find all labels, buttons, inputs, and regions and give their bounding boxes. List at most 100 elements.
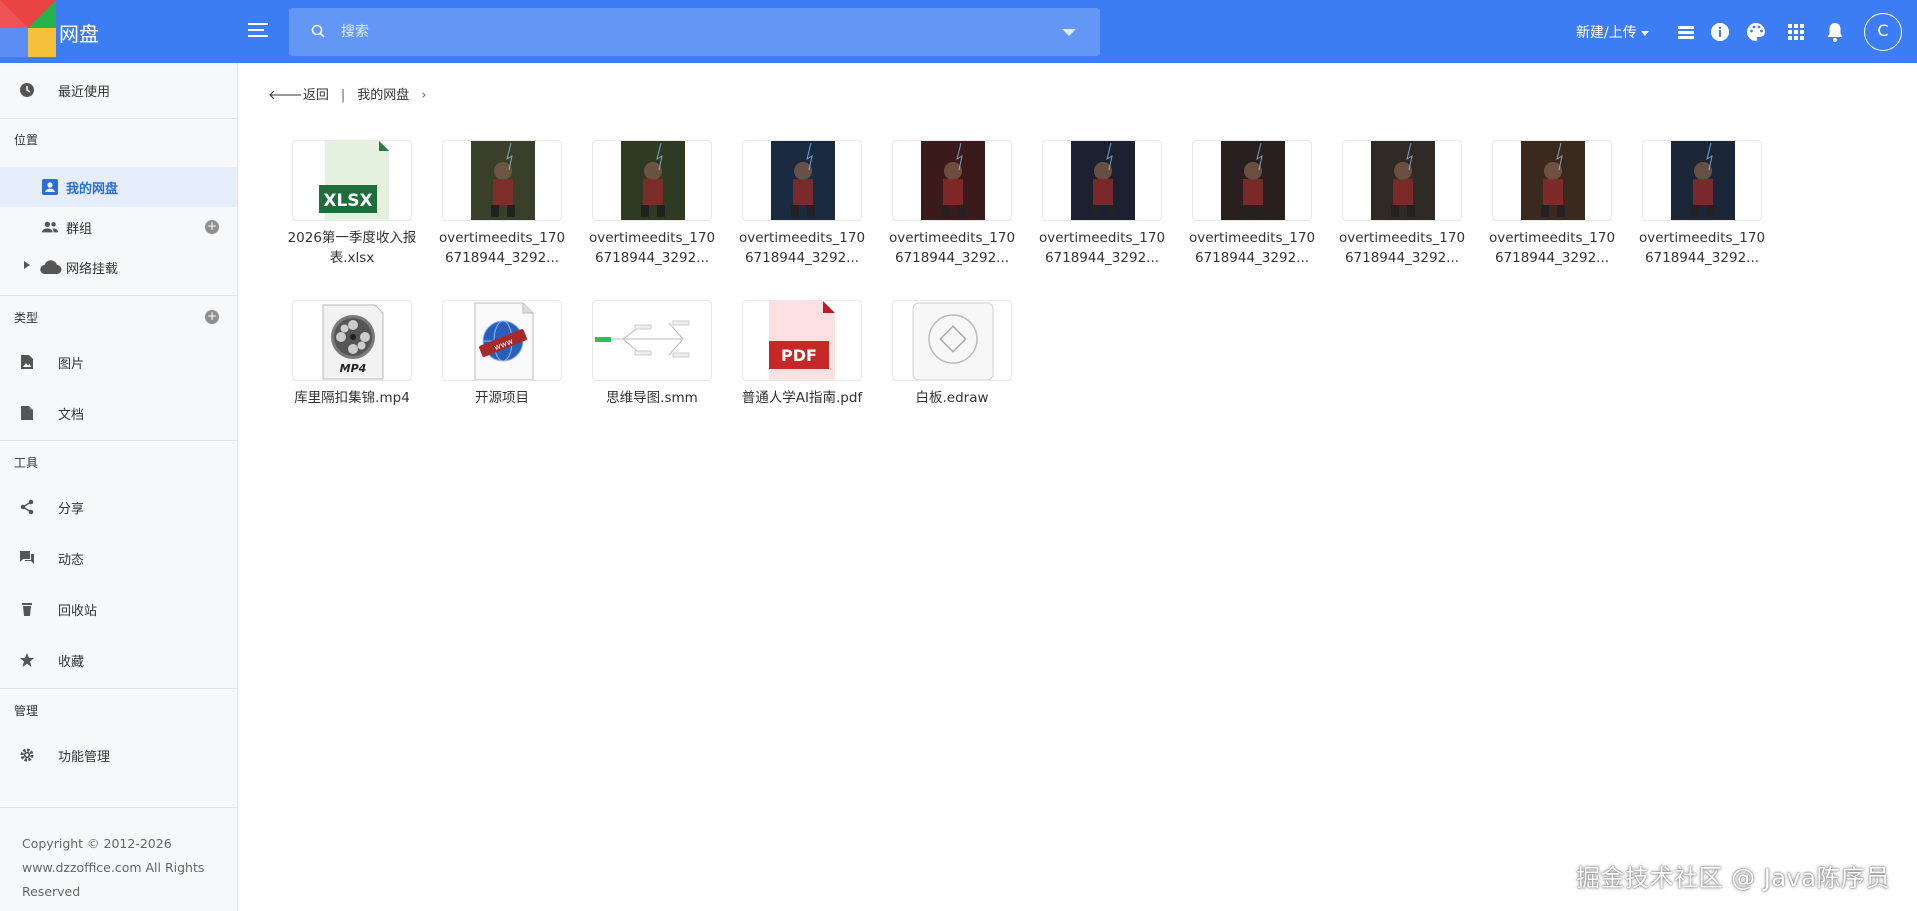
section-admin: 管理 bbox=[14, 704, 39, 718]
search-bar[interactable] bbox=[289, 8, 1100, 56]
divider bbox=[0, 440, 237, 441]
file-thumbnail[interactable] bbox=[1492, 140, 1612, 221]
cloud-icon bbox=[40, 260, 62, 275]
file-name[interactable]: 2026第一季度收入报表.xlsx bbox=[286, 228, 418, 268]
watermark-text: 掘金技术社区 @ Java陈序员 bbox=[1576, 864, 1890, 892]
divider bbox=[0, 807, 237, 808]
sidebar-item-favorites[interactable]: 收藏 bbox=[0, 640, 237, 680]
image-file-icon bbox=[21, 355, 33, 369]
bell-icon[interactable] bbox=[1824, 21, 1846, 43]
file-name[interactable]: 白板.edraw bbox=[886, 388, 1018, 408]
add-type-icon[interactable]: + bbox=[205, 310, 219, 324]
file-thumbnail[interactable] bbox=[1342, 140, 1462, 221]
sidebar-item-network-mount[interactable]: 网络挂载 bbox=[0, 247, 237, 287]
sidebar-item-share[interactable]: 分享 bbox=[0, 487, 237, 527]
file-thumbnail[interactable] bbox=[892, 140, 1012, 221]
file-thumbnail[interactable] bbox=[742, 140, 862, 221]
photo-thumbnail bbox=[771, 141, 835, 220]
file-name[interactable]: overtimeedits_1706718944_3292... bbox=[1336, 228, 1468, 268]
file-name[interactable]: overtimeedits_1706718944_3292... bbox=[886, 228, 1018, 268]
expand-arrow-icon[interactable] bbox=[24, 261, 30, 269]
sidebar-item-my-drive[interactable]: 我的网盘 bbox=[0, 167, 237, 207]
star-icon bbox=[20, 653, 34, 667]
file-thumbnail[interactable] bbox=[442, 140, 562, 221]
sidebar-item-label: 分享 bbox=[58, 502, 85, 517]
divider bbox=[0, 295, 237, 296]
sidebar-item-recycle[interactable]: 回收站 bbox=[0, 589, 237, 629]
palette-icon[interactable] bbox=[1745, 21, 1767, 43]
sidebar-item-label: 最近使用 bbox=[58, 85, 111, 100]
file-thumbnail[interactable] bbox=[1042, 140, 1162, 221]
file-name[interactable]: overtimeedits_1706718944_3292... bbox=[586, 228, 718, 268]
file-name[interactable]: overtimeedits_1706718944_3292... bbox=[1486, 228, 1618, 268]
sidebar-item-label: 图片 bbox=[58, 357, 85, 372]
trash-icon bbox=[22, 603, 32, 616]
sidebar-item-label: 网络挂载 bbox=[66, 262, 119, 277]
photo-thumbnail bbox=[471, 141, 535, 220]
photo-thumbnail bbox=[621, 141, 685, 220]
xlsx-file-icon: XLSX bbox=[319, 141, 389, 220]
file-thumbnail[interactable] bbox=[1642, 140, 1762, 221]
mp4-label: MP4 bbox=[340, 362, 367, 375]
file-thumbnail[interactable]: PDF bbox=[742, 300, 862, 381]
file-name[interactable]: overtimeedits_1706718944_3292... bbox=[736, 228, 868, 268]
file-name[interactable]: 普通人学AI指南.pdf bbox=[736, 388, 868, 408]
sidebar-item-label: 文档 bbox=[58, 408, 85, 423]
file-thumbnail[interactable]: MP4 bbox=[292, 300, 412, 381]
photo-thumbnail bbox=[1671, 141, 1735, 220]
back-label: 返回 bbox=[302, 88, 329, 103]
add-group-icon[interactable]: + bbox=[205, 220, 219, 234]
file-thumbnail[interactable] bbox=[892, 300, 1012, 381]
sidebar-item-label: 功能管理 bbox=[58, 750, 111, 765]
file-thumbnail[interactable]: www bbox=[442, 300, 562, 381]
xlsx-label: XLSX bbox=[323, 191, 372, 211]
file-thumbnail[interactable] bbox=[1192, 140, 1312, 221]
file-name[interactable]: 库里隔扣集锦.mp4 bbox=[286, 388, 418, 408]
chevron-right-icon[interactable]: › bbox=[421, 88, 426, 103]
file-name[interactable]: overtimeedits_1706718944_3292... bbox=[1036, 228, 1168, 268]
file-name[interactable]: 思维导图.smm bbox=[586, 388, 718, 408]
sidebar-item-feature-mgmt[interactable]: 功能管理 bbox=[0, 735, 237, 775]
sidebar-item-activity[interactable]: 动态 bbox=[0, 538, 237, 578]
search-input[interactable] bbox=[341, 20, 1021, 44]
section-tools: 工具 bbox=[14, 456, 39, 470]
pdf-label: PDF bbox=[781, 346, 817, 365]
file-name[interactable]: overtimeedits_1706718944_3292... bbox=[1636, 228, 1768, 268]
app-logo[interactable] bbox=[0, 0, 56, 57]
copyright-text: Copyright © 2012-2026 www.dzzoffice.com … bbox=[22, 836, 205, 899]
web-link-icon: www bbox=[474, 302, 534, 380]
list-view-icon[interactable] bbox=[1675, 21, 1697, 43]
section-location: 位置 bbox=[14, 133, 39, 147]
sidebar: 最近使用 位置 我的网盘 群组 + 网络挂载 类型 + 图片 文档 工具 分享 … bbox=[0, 63, 238, 911]
file-name[interactable]: 开源项目 bbox=[436, 388, 568, 408]
breadcrumb: 🡐返回 | 我的网盘 › bbox=[268, 84, 427, 103]
apps-grid-icon[interactable] bbox=[1785, 21, 1807, 43]
info-icon[interactable] bbox=[1709, 21, 1731, 43]
file-name[interactable]: overtimeedits_1706718944_3292... bbox=[436, 228, 568, 268]
file-thumbnail[interactable] bbox=[592, 300, 712, 381]
sidebar-item-label: 收藏 bbox=[58, 655, 85, 670]
photo-thumbnail bbox=[1521, 141, 1585, 220]
breadcrumb-current[interactable]: 我的网盘 bbox=[357, 88, 409, 103]
file-name[interactable]: overtimeedits_1706718944_3292... bbox=[1186, 228, 1318, 268]
sidebar-item-label: 我的网盘 bbox=[66, 182, 119, 197]
sidebar-item-groups[interactable]: 群组 + bbox=[0, 207, 237, 247]
account-box-icon bbox=[42, 179, 58, 195]
divider bbox=[0, 688, 237, 689]
sidebar-item-images[interactable]: 图片 bbox=[0, 342, 237, 382]
share-icon bbox=[20, 499, 34, 515]
back-button[interactable]: 🡐返回 bbox=[268, 88, 329, 103]
group-icon bbox=[42, 221, 58, 233]
app-title[interactable]: 网盘 bbox=[59, 18, 99, 47]
photo-thumbnail bbox=[1221, 141, 1285, 220]
avatar[interactable]: C bbox=[1864, 13, 1902, 51]
file-thumbnail[interactable]: XLSX bbox=[292, 140, 412, 221]
sidebar-item-documents[interactable]: 文档 bbox=[0, 393, 237, 433]
sidebar-item-label: 群组 bbox=[66, 222, 93, 237]
file-thumbnail[interactable] bbox=[592, 140, 712, 221]
search-dropdown-icon[interactable] bbox=[1062, 29, 1076, 36]
menu-toggle-icon[interactable] bbox=[248, 20, 270, 42]
new-upload-button[interactable]: 新建/上传 bbox=[1576, 22, 1649, 42]
sidebar-item-label: 动态 bbox=[58, 553, 85, 568]
sidebar-item-recent[interactable]: 最近使用 bbox=[0, 70, 237, 110]
